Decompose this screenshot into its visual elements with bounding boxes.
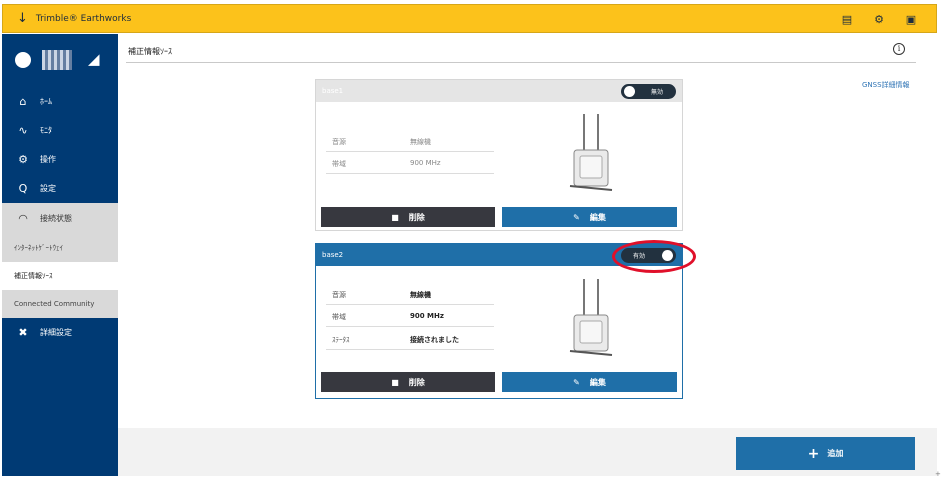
machine-selector[interactable]: ◢ <box>2 34 118 84</box>
operation-icon: ⚙ <box>18 152 28 166</box>
radio-antenna-image <box>569 114 613 191</box>
prop-key: 帯域 <box>332 160 346 168</box>
page-title: 補正情報ｿｰｽ <box>128 47 172 56</box>
add-button[interactable]: + 追加 <box>736 437 915 470</box>
sidebar-item-label: 設定 <box>40 183 56 193</box>
toggle-knob <box>624 86 635 97</box>
sidebar-subitem-internet-gateway[interactable]: ｲﾝﾀｰﾈｯﾄｹﾞｰﾄｳｪｲ <box>2 234 118 262</box>
prop-value: 無線機 <box>410 291 431 299</box>
title-divider <box>126 62 916 63</box>
sidebar-subitem-label: 補正情報ｿｰｽ <box>14 272 53 280</box>
radio-antenna-image <box>569 279 613 356</box>
edit-label: 編集 <box>589 212 606 222</box>
card-name: base1 <box>322 87 344 95</box>
report-icon[interactable]: ▤ <box>838 10 856 28</box>
sidebar: ◢ ⌂ ﾎｰﾑ ∿ ﾓﾆﾀ ⚙ 操作 Q 設定 ◠ 接続状態 ｲﾝﾀｰﾈｯﾄｹﾞ… <box>2 34 118 476</box>
monitor-icon: ∿ <box>18 123 28 137</box>
sidebar-item-label: 操作 <box>40 154 56 164</box>
correction-source-card-base1: base1 無効 音源 無線機 帯域 900 MHz ■ 削除 ✎ 編集 <box>315 79 683 231</box>
prop-key: 音源 <box>332 291 346 299</box>
shovel-logo-icon: ↓ <box>17 11 28 26</box>
enable-toggle[interactable]: 無効 <box>621 84 676 99</box>
edit-button[interactable]: ✎ 編集 <box>502 207 677 227</box>
sidebar-subitem-connected-community[interactable]: Connected Community <box>2 290 118 318</box>
resize-corner-icon: + <box>935 470 941 478</box>
prop-row: 音源 無線機 <box>326 130 494 152</box>
brand: ↓ Trimble® Earthworks <box>17 11 131 26</box>
edit-button[interactable]: ✎ 編集 <box>502 372 677 392</box>
delete-button[interactable]: ■ 削除 <box>321 207 495 227</box>
edit-label: 編集 <box>589 377 606 387</box>
edit-icon: ✎ <box>573 212 580 222</box>
prop-value: 900 MHz <box>410 312 444 320</box>
card-name: base2 <box>322 251 344 259</box>
delete-label: 削除 <box>408 212 425 222</box>
sidebar-item-home[interactable]: ⌂ ﾎｰﾑ <box>2 86 118 116</box>
sidebar-item-label: 接続状態 <box>40 214 72 223</box>
machine-status-icon <box>15 52 31 68</box>
prop-key: 音源 <box>332 138 346 146</box>
toggle-label: 無効 <box>651 89 664 96</box>
trash-icon: ■ <box>391 212 399 222</box>
prop-value: 無線機 <box>410 138 431 146</box>
sidebar-item-label: 詳細設定 <box>40 327 72 337</box>
top-bar: ↓ Trimble® Earthworks ▤ ⚙ ▣ <box>2 4 937 33</box>
info-icon[interactable]: i <box>893 43 905 55</box>
sidebar-item-label: ﾎｰﾑ <box>40 96 52 106</box>
highlight-circle <box>612 240 696 273</box>
gnss-details-link[interactable]: GNSS詳細情報 <box>862 80 910 90</box>
machine-settings-icon[interactable]: ⚙ <box>870 10 888 28</box>
sidebar-item-label: ﾓﾆﾀ <box>40 125 52 135</box>
machine-name-redacted <box>42 50 72 70</box>
prop-key: 帯域 <box>332 313 346 321</box>
prop-row: 帯域 900 MHz <box>326 305 494 327</box>
app-title: Trimble® Earthworks <box>35 13 132 24</box>
prop-value: 接続されました <box>410 336 459 344</box>
tools-icon: ✖ <box>18 325 28 339</box>
sidebar-subitem-label: Connected Community <box>14 300 95 308</box>
prop-value: 900 MHz <box>410 159 441 167</box>
trash-icon: ■ <box>391 377 399 387</box>
sidebar-item-advanced-settings[interactable]: ✖ 詳細設定 <box>2 317 118 347</box>
sidebar-subitem-correction-source[interactable]: 補正情報ｿｰｽ <box>2 262 118 290</box>
prop-row: ｽﾃｰﾀｽ 接続されました <box>326 328 494 350</box>
sidebar-item-connection-status[interactable]: ◠ 接続状態 <box>2 203 118 234</box>
edit-icon: ✎ <box>573 377 580 387</box>
sidebar-item-operation[interactable]: ⚙ 操作 <box>2 144 118 174</box>
home-icon: ⌂ <box>19 94 27 108</box>
prop-key: ｽﾃｰﾀｽ <box>332 336 350 344</box>
help-icon[interactable]: ▣ <box>902 10 920 28</box>
delete-button[interactable]: ■ 削除 <box>321 372 495 392</box>
plus-icon: + <box>807 445 820 462</box>
prop-row: 帯域 900 MHz <box>326 152 494 174</box>
card-header: base1 無効 <box>316 80 682 102</box>
prop-row: 音源 無線機 <box>326 283 494 305</box>
settings-icon: Q <box>18 181 28 195</box>
excavator-icon: ◢ <box>88 50 100 68</box>
delete-label: 削除 <box>408 377 425 387</box>
add-label: 追加 <box>827 449 844 458</box>
wifi-icon: ◠ <box>18 212 28 225</box>
sidebar-item-settings[interactable]: Q 設定 <box>2 173 118 203</box>
sidebar-subitem-label: ｲﾝﾀｰﾈｯﾄｹﾞｰﾄｳｪｲ <box>14 244 63 252</box>
sidebar-item-monitor[interactable]: ∿ ﾓﾆﾀ <box>2 115 118 145</box>
